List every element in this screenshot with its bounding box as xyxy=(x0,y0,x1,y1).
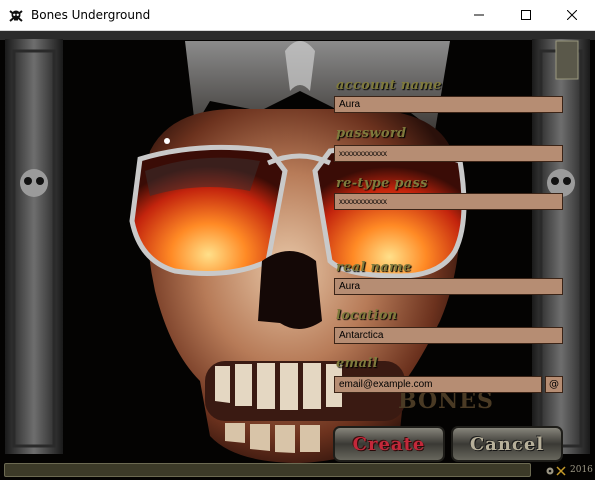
real-name-label: real name xyxy=(336,260,412,275)
location-field[interactable]: Antarctica xyxy=(334,327,563,344)
cancel-button[interactable]: Cancel xyxy=(452,427,562,461)
status-bar xyxy=(4,463,531,477)
gear-icon xyxy=(546,466,566,476)
title-bar: Bones Underground xyxy=(0,0,595,31)
close-icon xyxy=(567,10,577,20)
game-screen: BONES account name Aura password xxxxxxx… xyxy=(0,31,595,480)
account-name-field[interactable]: Aura xyxy=(334,96,563,113)
window-title: Bones Underground xyxy=(31,8,151,22)
maximize-button[interactable] xyxy=(503,0,549,30)
email-label: email xyxy=(336,356,378,371)
minimize-icon xyxy=(474,14,484,16)
password-label: password xyxy=(336,126,407,141)
retype-password-label: re-type pass xyxy=(336,176,428,191)
password-field[interactable]: xxxxxxxxxxxx xyxy=(334,145,563,162)
cancel-button-label: Cancel xyxy=(469,433,545,455)
minimize-button[interactable] xyxy=(456,0,502,30)
maximize-icon xyxy=(521,10,531,20)
location-label: location xyxy=(336,308,398,323)
real-name-field[interactable]: Aura xyxy=(334,278,563,295)
account-name-label: account name xyxy=(336,78,442,93)
create-button[interactable]: Create xyxy=(334,427,444,461)
email-field[interactable]: email@example.com xyxy=(334,376,542,393)
close-button[interactable] xyxy=(549,0,595,30)
create-button-label: Create xyxy=(352,433,426,455)
retype-password-field[interactable]: xxxxxxxxxxxx xyxy=(334,193,563,210)
email-at-button[interactable]: @ xyxy=(545,376,563,393)
skull-crossbones-icon xyxy=(9,10,23,22)
copyright-year: 2016 xyxy=(570,465,593,475)
